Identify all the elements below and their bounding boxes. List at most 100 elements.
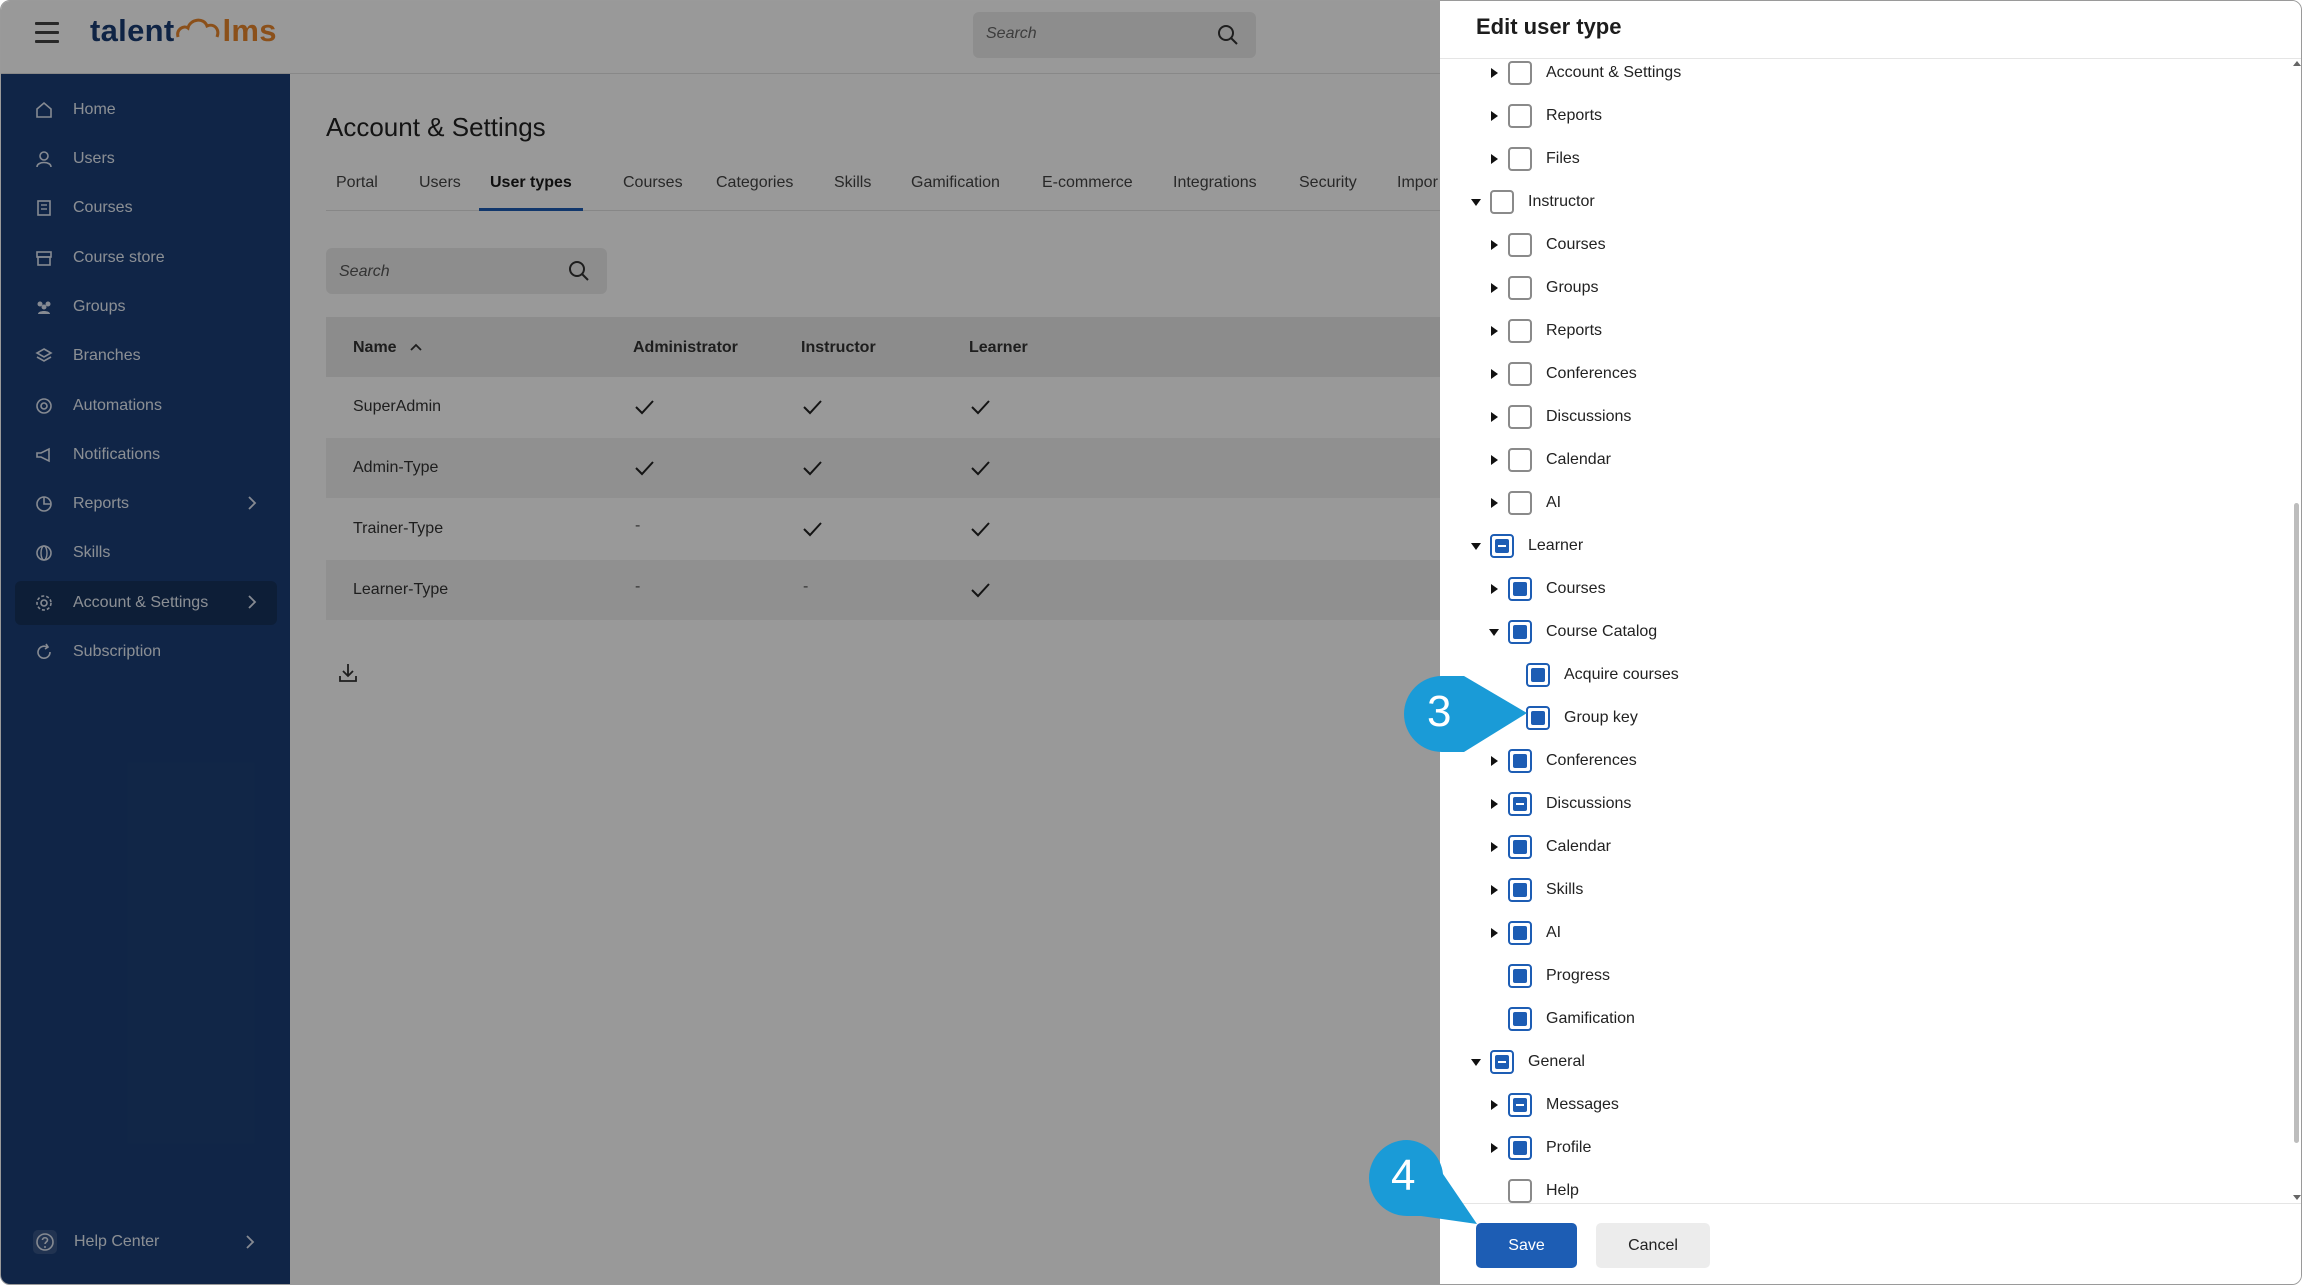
permission-checkbox[interactable] [1508,319,1532,343]
permission-checkbox[interactable] [1490,534,1514,558]
caret-down-icon[interactable] [1470,196,1482,208]
permission-checkbox[interactable] [1508,448,1532,472]
permission-label[interactable]: Group key [1564,709,1638,727]
permission-checkbox[interactable] [1508,878,1532,902]
save-button[interactable]: Save [1476,1223,1577,1268]
permission-label[interactable]: Discussions [1546,408,1631,426]
scroll-up-arrow[interactable] [2293,61,2301,66]
caret-right-icon[interactable] [1488,884,1500,896]
permission-checkbox[interactable] [1508,61,1532,85]
callout-pointer-shape [1404,676,1527,752]
permission-checkbox[interactable] [1508,405,1532,429]
caret-right-icon[interactable] [1488,368,1500,380]
caret-right-icon[interactable] [1488,67,1500,79]
permission-checkbox[interactable] [1508,577,1532,601]
step-number: 3 [1427,687,1452,736]
permission-node: Discussions [1440,403,2240,433]
permission-node: Messages [1440,1091,2240,1121]
permission-label[interactable]: Profile [1546,1139,1591,1157]
permission-node: Instructor [1440,188,2240,218]
caret-down-icon[interactable] [1470,540,1482,552]
permission-label[interactable]: Course Catalog [1546,623,1657,641]
permission-checkbox[interactable] [1508,491,1532,515]
caret-right-icon[interactable] [1488,755,1500,767]
permission-node: Group key [1440,704,2240,734]
permission-label[interactable]: Help [1546,1182,1579,1200]
permission-label[interactable]: Instructor [1528,193,1595,211]
caret-right-icon[interactable] [1488,153,1500,165]
caret-right-icon[interactable] [1488,411,1500,423]
permission-checkbox[interactable] [1508,921,1532,945]
permission-checkbox[interactable] [1508,749,1532,773]
permission-label[interactable]: Calendar [1546,838,1611,856]
permission-checkbox[interactable] [1508,276,1532,300]
scrollbar-thumb[interactable] [2294,503,2299,1143]
permission-node: Courses [1440,231,2240,261]
permission-node: Profile [1440,1134,2240,1164]
scroll-down-arrow[interactable] [2293,1195,2301,1200]
permission-checkbox[interactable] [1508,362,1532,386]
caret-right-icon[interactable] [1488,282,1500,294]
permissions-tree: Account & Settings Reports Files Instructor… [1440,59,2285,1203]
permission-checkbox[interactable] [1508,620,1532,644]
app-window: talent lms Search Home Users Courses Cour… [0,0,2302,1285]
permission-checkbox[interactable] [1508,233,1532,257]
permission-checkbox[interactable] [1508,1093,1532,1117]
permission-checkbox[interactable] [1508,835,1532,859]
permission-checkbox[interactable] [1508,147,1532,171]
permission-checkbox[interactable] [1508,1136,1532,1160]
permission-label[interactable]: Messages [1546,1096,1619,1114]
caret-right-icon[interactable] [1488,1142,1500,1154]
permission-label[interactable]: Courses [1546,236,1606,254]
permission-checkbox[interactable] [1508,964,1532,988]
caret-right-icon[interactable] [1488,325,1500,337]
step-number: 4 [1391,1151,1416,1200]
permission-checkbox[interactable] [1526,663,1550,687]
permission-label[interactable]: Conferences [1546,752,1637,770]
permission-label[interactable]: Progress [1546,967,1610,985]
caret-right-icon[interactable] [1488,583,1500,595]
permission-label[interactable]: Conferences [1546,365,1637,383]
caret-right-icon[interactable] [1488,454,1500,466]
caret-right-icon[interactable] [1488,1099,1500,1111]
permission-checkbox[interactable] [1508,104,1532,128]
permission-node: Reports [1440,102,2240,132]
caret-down-icon[interactable] [1488,626,1500,638]
permission-node: AI [1440,919,2240,949]
caret-right-icon[interactable] [1488,841,1500,853]
permission-label[interactable]: Files [1546,150,1580,168]
permission-label[interactable]: Learner [1528,537,1583,555]
permission-label[interactable]: AI [1546,924,1561,942]
permission-label[interactable]: Gamification [1546,1010,1635,1028]
caret-right-icon[interactable] [1488,927,1500,939]
permission-label[interactable]: Discussions [1546,795,1631,813]
permission-checkbox[interactable] [1490,190,1514,214]
modal-backdrop[interactable] [1,1,1440,1284]
permission-label[interactable]: General [1528,1053,1585,1071]
permission-checkbox[interactable] [1490,1050,1514,1074]
permission-label[interactable]: Skills [1546,881,1583,899]
permission-checkbox[interactable] [1508,792,1532,816]
permission-label[interactable]: Courses [1546,580,1606,598]
permission-node: Gamification [1440,1005,2240,1035]
caret-right-icon[interactable] [1488,798,1500,810]
permission-checkbox[interactable] [1508,1007,1532,1031]
caret-right-icon[interactable] [1488,110,1500,122]
caret-down-icon[interactable] [1470,1056,1482,1068]
permission-label[interactable]: AI [1546,494,1561,512]
permission-label[interactable]: Account & Settings [1546,64,1681,82]
permission-checkbox[interactable] [1508,1179,1532,1203]
permission-node: Files [1440,145,2240,175]
permission-node: Learner [1440,532,2240,562]
permission-label[interactable]: Reports [1546,107,1602,125]
caret-right-icon[interactable] [1488,497,1500,509]
permission-label[interactable]: Groups [1546,279,1598,297]
caret-right-icon[interactable] [1488,239,1500,251]
cancel-button[interactable]: Cancel [1596,1223,1710,1268]
panel-scrollbar[interactable] [2290,59,2301,1203]
permission-label[interactable]: Reports [1546,322,1602,340]
permission-checkbox[interactable] [1526,706,1550,730]
permission-label[interactable]: Acquire courses [1564,666,1679,684]
permission-node: Discussions [1440,790,2240,820]
permission-label[interactable]: Calendar [1546,451,1611,469]
